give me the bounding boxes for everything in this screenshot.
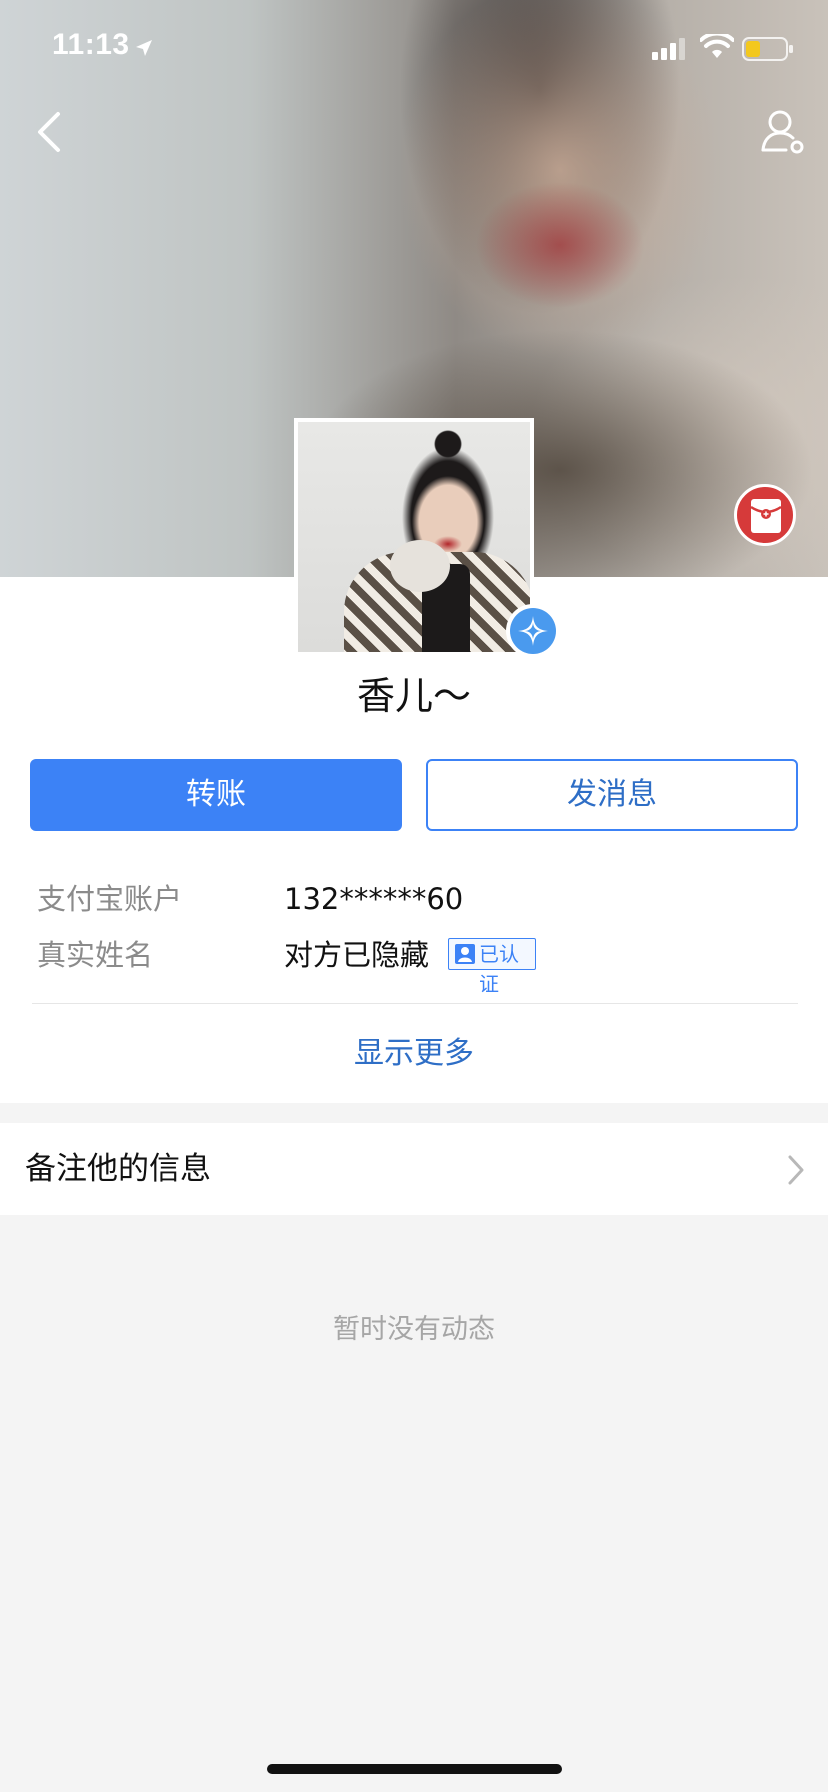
avatar-sleeve (390, 540, 450, 592)
remark-label: 备注他的信息 (25, 1151, 211, 1187)
chevron-left-icon (38, 112, 60, 152)
status-time: 11:13 (52, 28, 130, 61)
transfer-button[interactable]: 转账 (30, 759, 402, 831)
red-packet-icon (750, 499, 782, 533)
verified-badge (506, 604, 560, 658)
avatar-photo (298, 422, 530, 652)
wifi-icon (700, 34, 734, 58)
verified-tag: 已认证 (448, 938, 536, 996)
back-button[interactable] (30, 108, 70, 156)
alipay-account-value: 132******60 (284, 882, 464, 916)
battery-icon (742, 37, 793, 61)
profile-settings-button[interactable] (760, 108, 806, 156)
certified-icon (455, 944, 475, 964)
chevron-right-icon (788, 1155, 804, 1185)
nickname: 香儿～ (356, 674, 471, 718)
send-message-button[interactable]: 发消息 (426, 759, 798, 831)
real-name-label: 真实姓名 (37, 938, 154, 972)
empty-feed-text: 暂时没有动态 (333, 1314, 495, 1345)
real-name-value: 对方已隐藏 (284, 938, 430, 972)
avatar[interactable] (294, 418, 534, 656)
red-packet-button[interactable] (734, 484, 796, 546)
home-indicator[interactable] (267, 1764, 562, 1774)
user-settings-icon (761, 110, 804, 154)
alipay-account-label: 支付宝账户 (37, 882, 183, 916)
verified-star-icon (518, 616, 548, 646)
cellular-signal-icon (652, 38, 685, 60)
verified-tag-label: 已认证 (479, 942, 519, 996)
location-arrow-icon (136, 40, 152, 56)
show-more-link[interactable]: 显示更多 (0, 1032, 828, 1076)
remark-row[interactable]: 备注他的信息 (0, 1123, 828, 1215)
divider (32, 1003, 798, 1004)
